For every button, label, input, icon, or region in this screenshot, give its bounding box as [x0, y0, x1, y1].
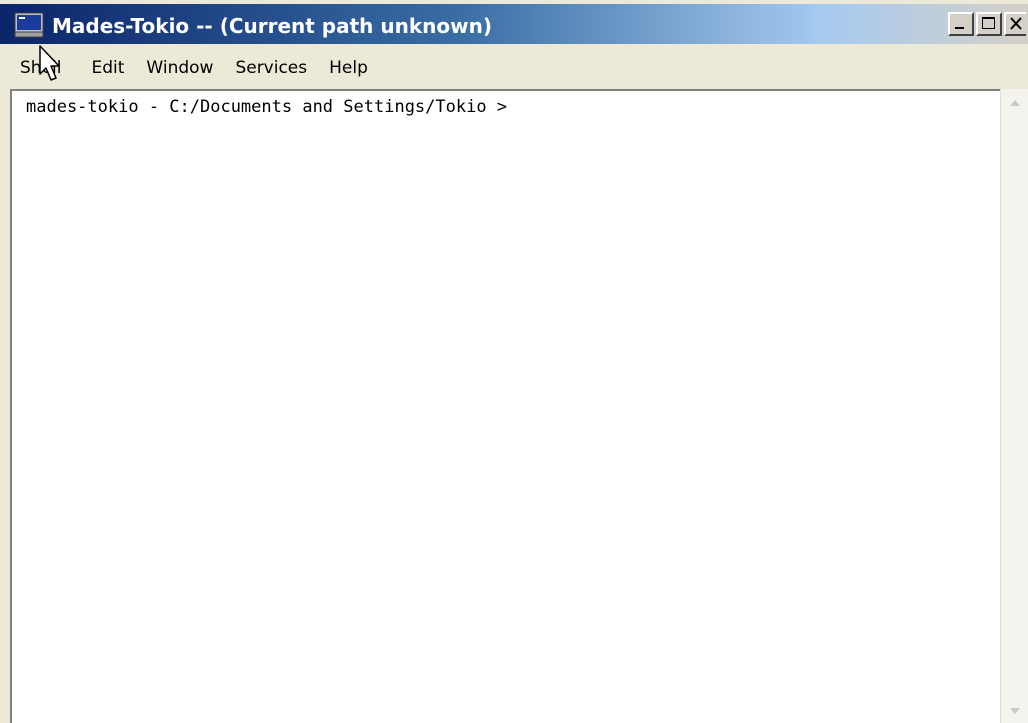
close-button[interactable] — [1004, 12, 1026, 36]
app-window: Mades-Tokio -- (Current path unknown) Sh… — [0, 0, 1028, 723]
menu-help[interactable]: Help — [329, 58, 368, 78]
minimize-button[interactable] — [948, 12, 974, 36]
maximize-icon — [982, 17, 995, 29]
menu-window[interactable]: Window — [146, 58, 213, 78]
title-bar[interactable]: Mades-Tokio -- (Current path unknown) — [0, 4, 1028, 44]
terminal-prompt: mades-tokio - C:/Documents and Settings/… — [26, 97, 508, 117]
minimize-icon — [955, 27, 964, 29]
menu-services[interactable]: Services — [235, 58, 307, 78]
window-title: Mades-Tokio -- (Current path unknown) — [52, 14, 492, 38]
terminal-output-area[interactable]: mades-tokio - C:/Documents and Settings/… — [10, 89, 1028, 723]
menu-edit[interactable]: Edit — [91, 58, 124, 78]
menu-bar: Shell Edit Window Services Help — [0, 50, 1028, 86]
menu-shell[interactable]: Shell — [20, 58, 61, 78]
vertical-scrollbar[interactable] — [1000, 89, 1028, 723]
maximize-button[interactable] — [976, 12, 1002, 36]
terminal-icon[interactable] — [14, 12, 44, 38]
caption-buttons — [948, 12, 1026, 36]
close-icon — [1010, 17, 1022, 30]
scroll-up-icon[interactable] — [1005, 93, 1025, 113]
scroll-down-icon[interactable] — [1005, 701, 1025, 721]
